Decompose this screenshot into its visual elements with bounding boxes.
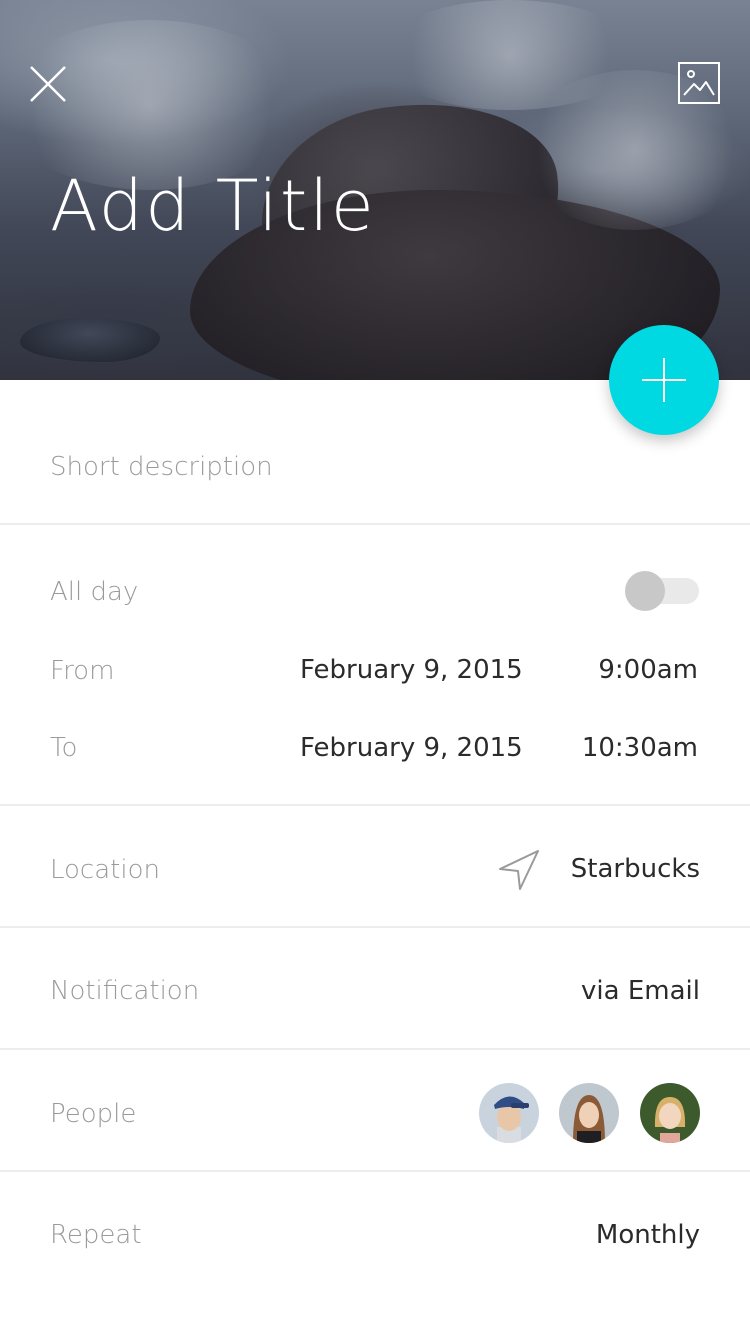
close-icon — [30, 66, 66, 102]
location-value[interactable]: Starbucks — [571, 854, 700, 884]
person-avatar-1 — [479, 1083, 539, 1143]
from-time[interactable]: 9:00am — [598, 655, 698, 685]
to-time[interactable]: 10:30am — [582, 733, 698, 763]
to-date[interactable]: February 9, 2015 — [300, 733, 523, 763]
notification-value[interactable]: via Email — [581, 976, 700, 1006]
person-avatar-2 — [559, 1083, 619, 1143]
header-image: Add Title — [0, 0, 750, 380]
divider — [0, 1048, 750, 1050]
person-avatar-3 — [640, 1083, 700, 1143]
add-button[interactable] — [609, 325, 719, 435]
event-title[interactable]: Add Title — [50, 165, 376, 247]
divider — [0, 1170, 750, 1172]
short-description-field[interactable]: Short description — [50, 452, 273, 482]
navigation-arrow-icon[interactable] — [498, 849, 540, 891]
repeat-label: Repeat — [50, 1220, 142, 1250]
people-label: People — [50, 1099, 137, 1129]
from-date[interactable]: February 9, 2015 — [300, 655, 523, 685]
avatar[interactable] — [559, 1083, 619, 1143]
divider — [0, 523, 750, 525]
repeat-value[interactable]: Monthly — [596, 1220, 700, 1250]
plus-icon — [642, 358, 686, 402]
divider — [0, 804, 750, 806]
avatar[interactable] — [640, 1083, 700, 1143]
toggle-knob — [625, 571, 665, 611]
from-label: From — [50, 656, 115, 686]
all-day-label: All day — [50, 577, 139, 607]
to-label: To — [50, 733, 78, 763]
close-button[interactable] — [26, 62, 70, 106]
avatar[interactable] — [479, 1083, 539, 1143]
divider — [0, 926, 750, 928]
notification-label: Notification — [50, 976, 200, 1006]
location-label: Location — [50, 855, 160, 885]
all-day-toggle[interactable] — [625, 570, 701, 612]
image-icon — [678, 62, 720, 104]
change-image-button[interactable] — [678, 62, 720, 104]
